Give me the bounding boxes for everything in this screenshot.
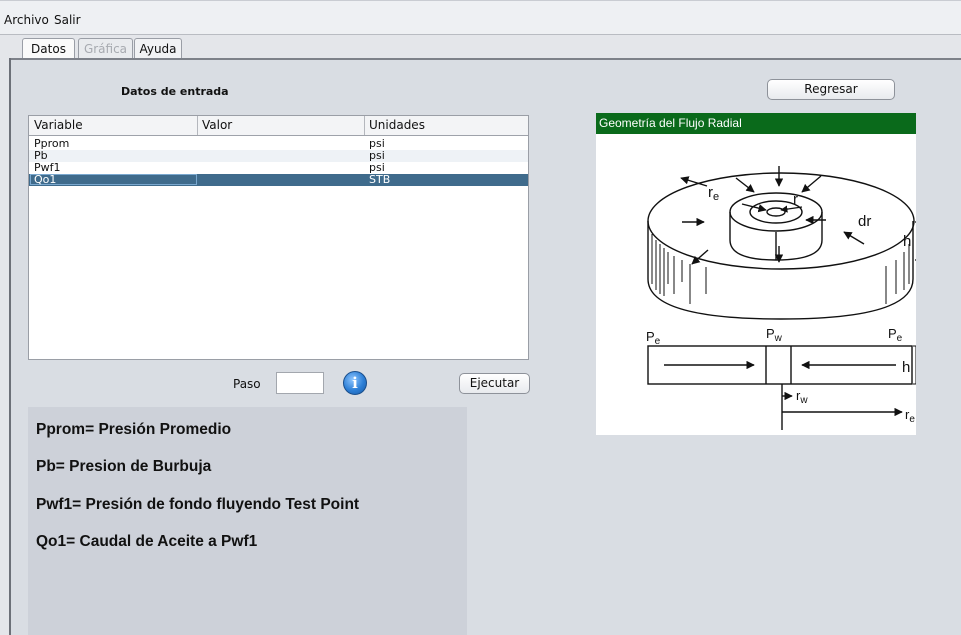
- label-r: r: [793, 191, 798, 208]
- tab-datos[interactable]: Datos: [22, 38, 75, 58]
- label-pw: Pw: [766, 326, 783, 344]
- figure-title: Geometría del Flujo Radial: [596, 113, 916, 134]
- variable-legend-panel: Pprom= Presión Promedio Pb= Presion de B…: [28, 407, 467, 635]
- paso-input[interactable]: [276, 372, 324, 394]
- column-header-unidades[interactable]: Unidades: [369, 118, 425, 132]
- menu-salir[interactable]: Salir: [54, 13, 81, 27]
- table-row[interactable]: Pb psi: [29, 150, 528, 162]
- column-separator: [364, 116, 365, 135]
- paso-label: Paso: [233, 377, 261, 391]
- input-section-title: Datos de entrada: [121, 85, 229, 98]
- legend-pprom: Pprom= Presión Promedio: [36, 421, 232, 438]
- label-pe-right: Pe: [888, 326, 903, 344]
- cell-variable: Qo1: [34, 173, 57, 186]
- legend-pwf1: Pwf1= Presión de fondo fluyendo Test Poi…: [36, 496, 360, 513]
- table-row[interactable]: Pwf1 psi: [29, 162, 528, 174]
- label-h-section: h: [902, 359, 910, 376]
- table-row-selected[interactable]: Qo1 STB: [29, 174, 528, 186]
- column-header-valor[interactable]: Valor: [202, 118, 232, 132]
- label-re-section: re: [905, 407, 915, 425]
- info-icon[interactable]: i: [343, 371, 367, 395]
- legend-qo1: Qo1= Caudal de Aceite a Pwf1: [36, 533, 258, 550]
- regresar-button[interactable]: Regresar: [767, 79, 895, 100]
- column-header-variable[interactable]: Variable: [34, 118, 83, 132]
- label-rw: rw: [796, 388, 808, 406]
- diagram-labels: re r dr h Pe Pw Pe h rw re: [646, 184, 915, 425]
- ejecutar-button[interactable]: Ejecutar: [459, 373, 530, 394]
- menu-archivo[interactable]: Archivo: [4, 13, 49, 27]
- cross-section-drawing: [647, 345, 920, 430]
- tab-ayuda[interactable]: Ayuda: [134, 38, 182, 58]
- legend-pb: Pb= Presion de Burbuja: [36, 458, 212, 475]
- cell-unidades: STB: [369, 173, 391, 186]
- tab-grafica: Gráfica: [78, 38, 133, 58]
- table-header: Variable Valor Unidades: [29, 116, 528, 136]
- label-re: re: [708, 184, 719, 203]
- menu-bar: Archivo Salir: [0, 1, 961, 35]
- label-h-disk: h: [903, 233, 911, 250]
- input-table[interactable]: Variable Valor Unidades Pprom psi Pb psi…: [28, 115, 529, 360]
- label-pe-left: Pe: [646, 329, 661, 347]
- table-row[interactable]: Pprom psi: [29, 138, 528, 150]
- column-separator: [197, 116, 198, 135]
- radial-flow-diagram: re r dr h Pe Pw Pe h rw re: [596, 134, 924, 435]
- disk-drawing: [647, 172, 915, 320]
- label-dr: dr: [858, 213, 871, 230]
- radial-flow-svg: re r dr h Pe Pw Pe h rw re: [646, 166, 924, 430]
